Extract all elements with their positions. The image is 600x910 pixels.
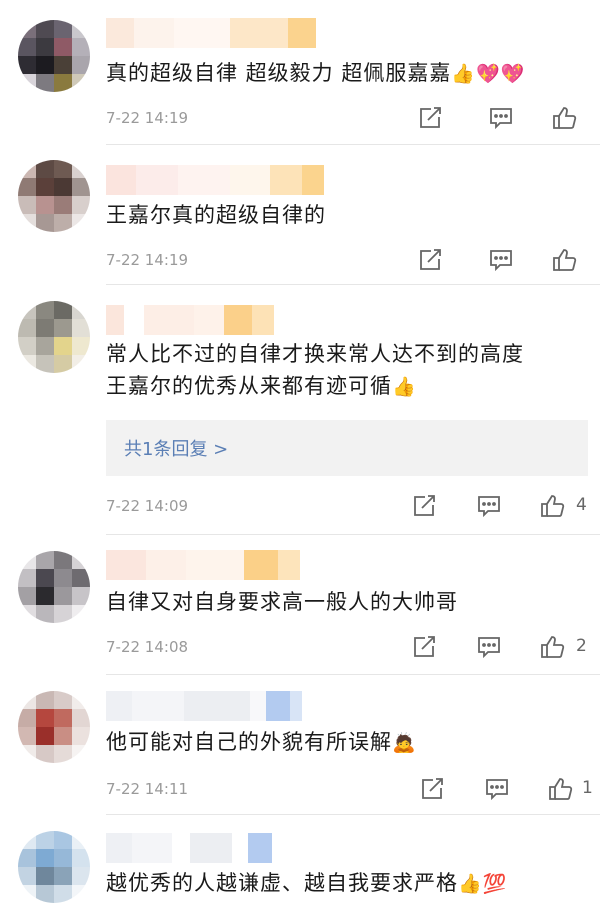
emoji: 👍💖💖 <box>451 63 526 85</box>
comment-text: 自律又对自身要求高一般人的大帅哥 <box>106 590 458 614</box>
username-blurred[interactable] <box>106 550 300 580</box>
comment-icon[interactable] <box>483 775 511 803</box>
action-bar: 4 <box>400 492 600 522</box>
comment-icon[interactable] <box>475 633 503 661</box>
comment-item: 常人比不过的自律才换来常人达不到的高度 王嘉尔的优秀从来都有迹可循👍 共1条回复… <box>0 285 600 535</box>
comment-item: 王嘉尔真的超级自律的 7-22 14:19 <box>0 145 600 285</box>
avatar[interactable] <box>18 691 90 763</box>
comment-item: 越优秀的人越谦虚、越自我要求严格👍💯 <box>0 815 600 910</box>
avatar[interactable] <box>18 831 90 903</box>
comment-text: 常人比不过的自律才换来常人达不到的高度 王嘉尔的优秀从来都有迹可循👍 <box>106 342 524 398</box>
username-blurred[interactable] <box>106 18 316 48</box>
avatar[interactable] <box>18 551 90 623</box>
reply-preview[interactable]: 共1条回复 > <box>106 420 588 476</box>
thumbs-up-icon[interactable] <box>550 246 578 274</box>
username-blurred[interactable] <box>106 833 272 863</box>
timestamp: 7-22 14:19 <box>106 251 189 269</box>
timestamp: 7-22 14:08 <box>106 638 189 656</box>
username-blurred[interactable] <box>106 165 324 195</box>
like-count: 1 <box>582 778 593 798</box>
view-replies-link[interactable]: 共1条回复 > <box>124 435 228 461</box>
like-count: 2 <box>576 636 587 656</box>
thumbs-up-icon[interactable] <box>538 492 566 520</box>
comment-item: 他可能对自己的外貌有所误解🙇 7-22 14:11 1 <box>0 675 600 815</box>
comment-icon[interactable] <box>487 246 515 274</box>
timestamp: 7-22 14:09 <box>106 497 189 515</box>
avatar[interactable] <box>18 160 90 232</box>
repost-icon[interactable] <box>410 492 438 520</box>
avatar[interactable] <box>18 301 90 373</box>
action-bar <box>400 246 600 276</box>
emoji: 👍💯 <box>458 873 508 895</box>
action-bar <box>400 104 600 134</box>
comment-item: 真的超级自律 超级毅力 超佩服嘉嘉👍💖💖 7-22 14:19 <box>0 0 600 145</box>
emoji: 🙇 <box>392 732 417 754</box>
username-blurred[interactable] <box>106 691 302 721</box>
repost-icon[interactable] <box>416 246 444 274</box>
timestamp: 7-22 14:11 <box>106 780 189 798</box>
thumbs-up-icon[interactable] <box>550 104 578 132</box>
thumbs-up-icon[interactable] <box>546 775 574 803</box>
like-count: 4 <box>576 495 587 515</box>
comment-text: 王嘉尔真的超级自律的 <box>106 203 326 227</box>
comment-icon[interactable] <box>487 104 515 132</box>
action-bar: 1 <box>400 775 600 805</box>
username-blurred[interactable] <box>106 305 274 335</box>
repost-icon[interactable] <box>410 633 438 661</box>
avatar[interactable] <box>18 20 90 92</box>
comment-item: 自律又对自身要求高一般人的大帅哥 7-22 14:08 2 <box>0 535 600 675</box>
comment-text: 真的超级自律 超级毅力 超佩服嘉嘉👍💖💖 <box>106 61 526 85</box>
timestamp: 7-22 14:19 <box>106 109 189 127</box>
comment-icon[interactable] <box>475 492 503 520</box>
comment-text: 越优秀的人越谦虚、越自我要求严格👍💯 <box>106 871 508 895</box>
action-bar: 2 <box>400 633 600 663</box>
emoji: 👍 <box>392 376 417 398</box>
repost-icon[interactable] <box>418 775 446 803</box>
comment-feed: 真的超级自律 超级毅力 超佩服嘉嘉👍💖💖 7-22 14:19 王嘉尔真的超级自… <box>0 0 600 910</box>
thumbs-up-icon[interactable] <box>538 633 566 661</box>
comment-text: 他可能对自己的外貌有所误解🙇 <box>106 730 417 754</box>
repost-icon[interactable] <box>416 104 444 132</box>
